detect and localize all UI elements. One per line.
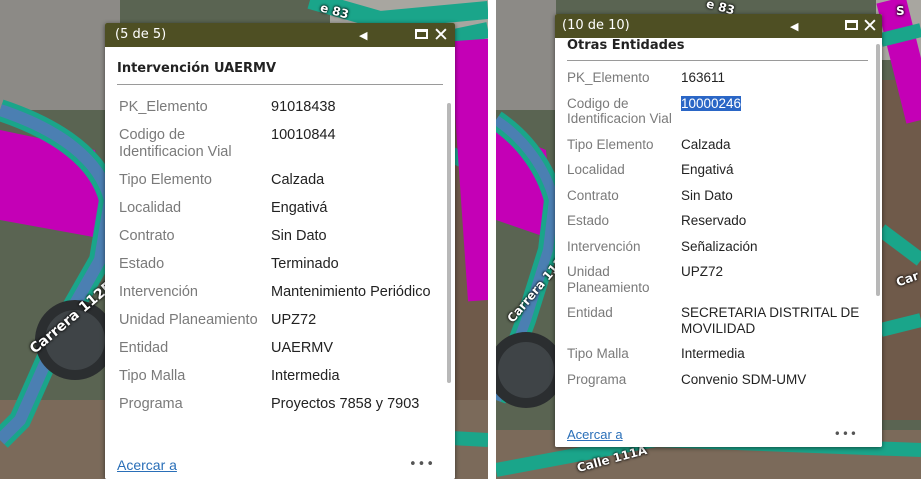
zoom-to-link[interactable]: Acercar a	[117, 457, 177, 473]
street-label-s: S	[896, 4, 905, 18]
popup-footer: Acercar a •••	[105, 451, 455, 479]
attribute-value: 10000246	[681, 95, 871, 127]
attribute-value: Señalización	[681, 238, 758, 254]
attribute-row: Codigo de Identificacion Vial 10000246	[555, 95, 882, 137]
attribute-row: Codigo de Identificacion Vial 10010844	[105, 127, 455, 172]
attribute-row: Tipo Malla Intermedia	[105, 368, 455, 396]
attribute-row: Tipo Elemento Calzada	[105, 172, 455, 200]
attribute-row: Contrato Sin Dato	[105, 228, 455, 256]
attribute-value: Intermedia	[681, 346, 745, 361]
attribute-key: Programa	[119, 396, 183, 412]
maximize-icon[interactable]	[415, 29, 428, 39]
attribute-row: Intervención Señalización	[555, 239, 882, 265]
previous-feature-icon[interactable]: ◀	[359, 29, 367, 42]
attribute-value: Proyectos 7858 y 7903	[271, 396, 420, 412]
attribute-row: Tipo Malla Intermedia	[555, 346, 882, 372]
attribute-row: Contrato Sin Dato	[555, 188, 882, 214]
attribute-key: Localidad	[567, 162, 625, 177]
more-options-icon[interactable]: •••	[409, 457, 435, 472]
scrollbar[interactable]	[876, 44, 880, 296]
attribute-value: SECRETARIA DISTRITAL DE MOVILIDAD	[681, 305, 860, 336]
attribute-value: Engativá	[271, 200, 328, 216]
more-options-icon[interactable]: •••	[834, 427, 858, 441]
attribute-value: UPZ72	[681, 264, 724, 279]
scrollbar[interactable]	[447, 103, 451, 383]
attribute-key: Codigo de Identificacion Vial	[567, 95, 672, 127]
attribute-key: Unidad Planeamiento	[567, 264, 650, 295]
feature-counter: (5 de 5)	[115, 27, 167, 42]
attribute-row: PK_Elemento 163611	[555, 70, 882, 96]
attribute-row: Localidad Engativá	[555, 162, 882, 188]
attribute-value: UAERMV	[271, 340, 334, 356]
popup-header: (5 de 5) ◀ ✕	[105, 23, 455, 47]
attribute-table: PK_Elemento 91018438 Codigo de Identificac…	[105, 99, 455, 424]
attribute-key: Tipo Malla	[567, 346, 629, 361]
attribute-row: Intervención Mantenimiento Periódico	[105, 284, 455, 312]
attribute-value: Sin Dato	[271, 228, 327, 244]
attribute-key: Entidad	[119, 340, 169, 356]
popup-window: (10 de 10) ◀ ✕ Otras Entidades PK_Elemen…	[555, 14, 882, 447]
attribute-value: Calzada	[271, 172, 325, 188]
attribute-key: Intervención	[119, 284, 198, 300]
attribute-row: Tipo Elemento Calzada	[555, 137, 882, 163]
attribute-value: 91018438	[271, 99, 336, 115]
right-map-panel: Carrera 112F Car Calle 111A e 83 S (10 d…	[496, 0, 921, 479]
feature-counter: (10 de 10)	[562, 18, 630, 33]
attribute-row: Estado Reservado	[555, 213, 882, 239]
attribute-value: Calzada	[681, 136, 731, 152]
popup-title: Intervención UAERMV	[117, 61, 443, 85]
attribute-row: Entidad SECRETARIA DISTRITAL DE MOVILIDAD	[555, 305, 882, 346]
attribute-value: Mantenimiento Periódico	[271, 284, 431, 300]
attribute-row: Entidad UAERMV	[105, 340, 455, 368]
attribute-row: Programa Proyectos 7858 y 7903	[105, 396, 455, 424]
zoom-to-link[interactable]: Acercar a	[567, 427, 623, 442]
attribute-key: Entidad	[567, 305, 613, 320]
close-icon[interactable]: ✕	[862, 15, 878, 37]
selected-text[interactable]: 10000246	[681, 95, 742, 111]
attribute-key: Contrato	[119, 228, 175, 244]
attribute-key: Contrato	[567, 187, 619, 203]
attribute-value: Intermedia	[271, 368, 340, 384]
attribute-row: PK_Elemento 91018438	[105, 99, 455, 127]
attribute-row: Estado Terminado	[105, 256, 455, 284]
attribute-value: 10010844	[271, 127, 336, 143]
attribute-value: Convenio SDM-UMV	[681, 371, 807, 387]
attribute-key: PK_Elemento	[567, 70, 650, 85]
attribute-key: Unidad Planeamiento	[119, 312, 258, 328]
attribute-value: Reservado	[681, 213, 747, 228]
attribute-table: PK_Elemento 163611 Codigo de Identificacio…	[555, 70, 882, 397]
popup-footer: Acercar a •••	[555, 423, 882, 447]
attribute-row: Programa Convenio SDM-UMV	[555, 372, 882, 398]
attribute-key: Codigo de Identificacion Vial	[119, 127, 232, 160]
attribute-value: Sin Dato	[681, 187, 733, 203]
attribute-key: Estado	[567, 213, 610, 228]
attribute-key: Localidad	[119, 200, 182, 216]
attribute-row: Unidad Planeamiento UPZ72	[105, 312, 455, 340]
close-icon[interactable]: ✕	[433, 24, 449, 46]
attribute-key: Tipo Elemento	[567, 136, 654, 152]
attribute-key: PK_Elemento	[119, 99, 208, 115]
attribute-key: Programa	[567, 371, 627, 387]
left-map-panel: Carrera 112F e 83 (5 de 5) ◀ ✕ Intervenc…	[0, 0, 488, 479]
attribute-key: Estado	[119, 256, 165, 272]
attribute-row: Unidad Planeamiento UPZ72	[555, 264, 882, 305]
attribute-value: UPZ72	[271, 312, 317, 328]
attribute-value: Terminado	[271, 256, 339, 272]
popup-header: (10 de 10) ◀ ✕	[555, 14, 882, 38]
popup-title: Otras Entidades	[567, 38, 868, 61]
previous-feature-icon[interactable]: ◀	[790, 20, 798, 33]
attribute-key: Intervención	[567, 238, 641, 254]
attribute-value: 163611	[681, 70, 726, 85]
maximize-icon[interactable]	[845, 20, 858, 30]
attribute-value: Engativá	[681, 162, 734, 177]
popup-window: (5 de 5) ◀ ✕ Intervención UAERMV PK_Elem…	[105, 23, 455, 479]
attribute-key: Tipo Elemento	[119, 172, 212, 188]
attribute-row: Localidad Engativá	[105, 200, 455, 228]
attribute-key: Tipo Malla	[119, 368, 186, 384]
